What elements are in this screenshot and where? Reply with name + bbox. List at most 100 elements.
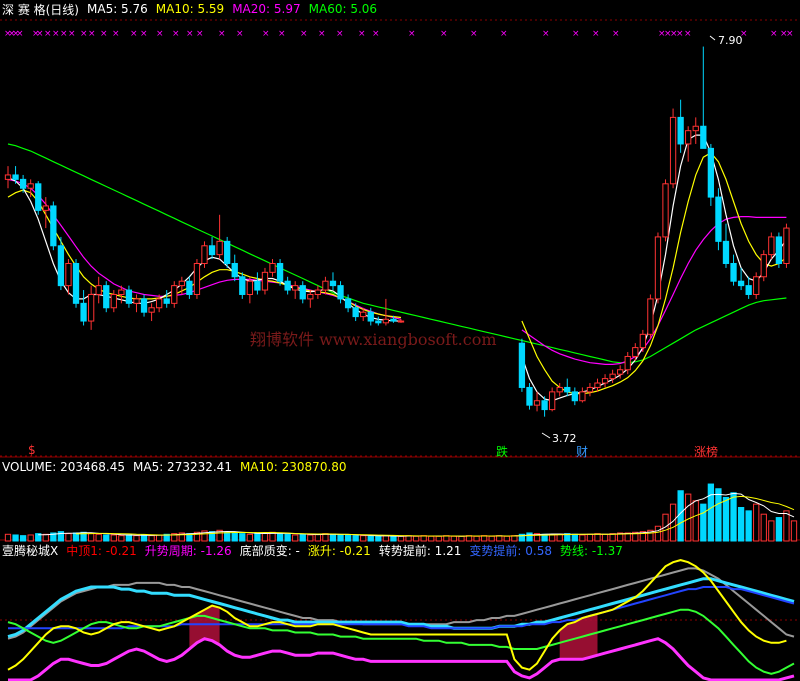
x-marker-23: × (278, 29, 286, 39)
volume-bar-93 (707, 483, 715, 542)
volume-bar-39 (299, 533, 306, 542)
volume-legend-item-0: VOLUME: 203468.45 (2, 460, 125, 474)
x-marker-31: × (470, 29, 478, 39)
x-marker-6: × (44, 29, 52, 39)
indicator-legend-item-3: 底部质变: - (239, 543, 300, 558)
x-marker-34: × (572, 29, 580, 39)
indicator-legend-item-2: 升势周期: -1.26 (144, 543, 232, 558)
ma-legend-item-2: MA20: 5.97 (232, 2, 301, 16)
candle-88 (669, 108, 677, 189)
candle-101 (768, 232, 775, 260)
x-marker-32: × (500, 29, 508, 39)
x-marker-29: × (408, 29, 416, 39)
volume-header: VOLUME: 203468.45 MA5: 273232.41 MA10: 230… (2, 458, 347, 476)
high-price-label: 7.90 (718, 34, 743, 47)
candle-87 (662, 179, 669, 242)
volume-bar-94 (715, 488, 722, 542)
ma-legend-item-3: MA60: 5.06 (308, 2, 378, 16)
volume-bar-99 (753, 503, 760, 542)
candle-99 (753, 272, 760, 299)
x-marker-15: × (140, 29, 148, 39)
volume-bar-104 (790, 520, 798, 542)
x-marker-35: × (592, 29, 600, 39)
x-marker-11: × (88, 29, 96, 39)
x-marker-13: × (112, 29, 120, 39)
ma-legend: MA5: 5.76 MA10: 5.59 MA20: 5.97 MA60: 5.06 (87, 2, 377, 16)
indicator-legend-item-5: 转势提前: 1.21 (378, 543, 462, 558)
volume-bar-12 (95, 533, 102, 542)
x-marker-28: × (372, 29, 380, 39)
candle-9 (72, 259, 80, 308)
volume-bar-100 (760, 513, 767, 542)
volume-bar-31 (239, 533, 246, 542)
volume-bar-77 (586, 533, 594, 542)
volume-bar-5 (42, 533, 49, 542)
ma-legend-item-0: MA5: 5.76 (87, 2, 148, 16)
x-marker-5: × (36, 29, 44, 39)
candle-103 (783, 223, 790, 268)
x-marker-30: × (440, 29, 448, 39)
volume-legend-item-1: MA5: 273232.41 (133, 460, 232, 474)
candle-26 (201, 241, 208, 268)
candle-6 (50, 201, 57, 251)
x-marker-24: × (300, 29, 308, 39)
volume-bar-32 (246, 533, 253, 542)
x-marker-9: × (68, 29, 76, 39)
tag-finance: 财 (576, 445, 589, 459)
watermark: 翔博软件 www.xiangbosoft.com (250, 330, 497, 349)
volume-bar-89 (677, 490, 684, 542)
volume-bar-96 (730, 492, 737, 542)
x-marker-20: × (218, 29, 226, 39)
volume-bar-92 (700, 503, 707, 542)
candle-25 (193, 259, 201, 299)
candle-94 (715, 188, 722, 251)
x-marker-3: × (16, 29, 24, 39)
candle-29 (224, 236, 231, 268)
indicator-legend-item-6: 变势提前: 0.58 (469, 543, 552, 558)
x-marker-19: × (196, 29, 204, 39)
indicator-legend-item-7: 势线: -1.37 (559, 543, 623, 558)
volume-bar-103 (783, 510, 790, 542)
candle-13 (103, 281, 110, 313)
volume-bar-80 (609, 533, 616, 542)
x-marker-33: × (542, 29, 550, 39)
x-marker-7: × (52, 29, 60, 39)
tag-fall: 跌 (496, 445, 509, 459)
volume-bar-97 (737, 507, 745, 542)
candle-85 (647, 294, 654, 339)
low-price-label: 3.72 (552, 432, 577, 445)
volume-bar-0 (4, 533, 12, 542)
x-marker-17: × (172, 29, 180, 39)
volume-bar-102 (775, 517, 783, 542)
volume-bar-37 (284, 533, 291, 542)
volume-bar-69 (526, 532, 533, 542)
volume-bar-34 (261, 532, 269, 542)
candle-86 (654, 232, 662, 304)
x-marker-45: × (786, 29, 794, 39)
candle-36 (276, 259, 284, 286)
candle-22 (171, 281, 178, 308)
volume-bar-41 (314, 533, 322, 542)
volume-bar-33 (254, 533, 261, 542)
indicator-legend-item-0: 壹腾秘城X (2, 543, 59, 558)
x-marker-43: × (770, 29, 778, 39)
indicator-header: 壹腾秘城X 中顶1: -0.21 升势周期: -1.26 底部质变: - 涨升: -0.… (2, 541, 623, 559)
x-marker-22: × (262, 29, 270, 39)
candle-102 (775, 232, 783, 268)
tag-s: $ (28, 443, 36, 457)
volume-bar-11 (87, 533, 95, 542)
volume-legend-item-2: MA10: 230870.80 (239, 460, 347, 474)
x-marker-14: × (130, 29, 138, 39)
x-marker-18: × (186, 29, 194, 39)
volume-bar-90 (685, 493, 692, 542)
stock-title: 深 赛 格(日线) (2, 2, 79, 17)
x-marker-12: × (100, 29, 108, 39)
volume-bar-86 (654, 525, 662, 542)
candle-68 (518, 338, 526, 392)
main-header: 深 赛 格(日线) MA5: 5.76 MA10: 5.59 MA20: 5.97 M… (2, 0, 377, 18)
x-marker-10: × (80, 29, 88, 39)
x-marker-16: × (156, 29, 164, 39)
x-marker-40: × (676, 29, 684, 39)
volume-bar-79 (601, 533, 609, 542)
indicator-legend-item-1: 中顶1: -0.21 (66, 543, 137, 558)
